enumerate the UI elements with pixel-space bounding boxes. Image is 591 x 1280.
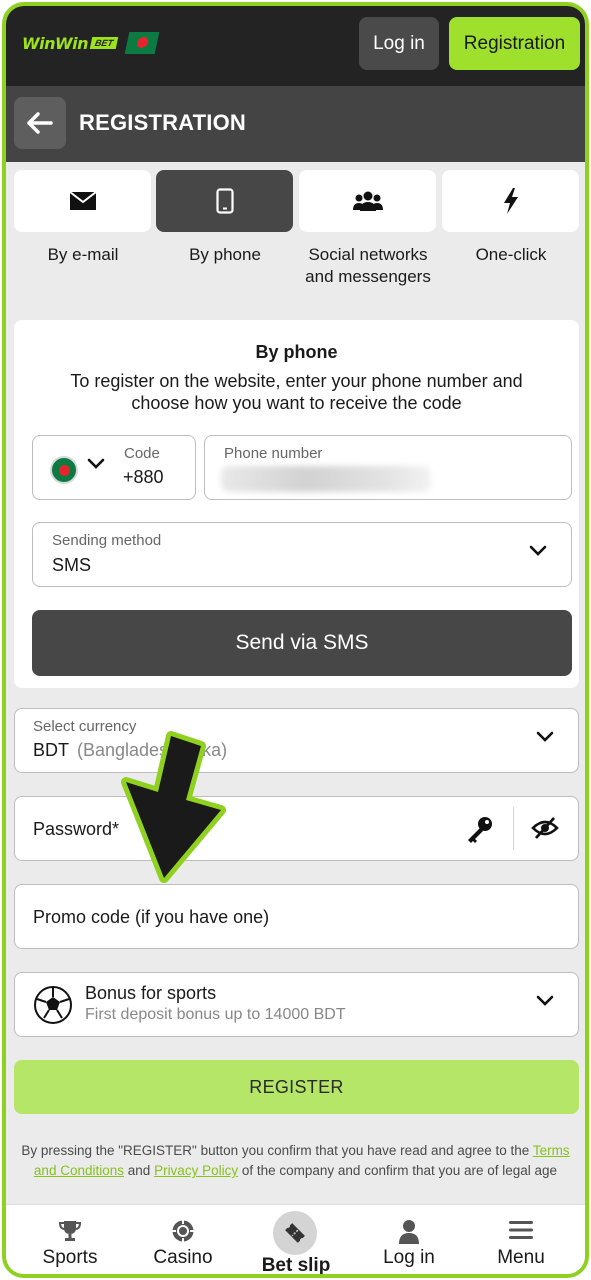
tab-label-social-line2: and messengers <box>305 267 431 286</box>
tab-label-one-click: One-click <box>475 245 547 264</box>
register-button[interactable]: REGISTER <box>14 1060 579 1114</box>
tab-label-phone: By phone <box>189 245 261 264</box>
chevron-down-icon <box>536 731 554 742</box>
password-input[interactable]: Password* <box>14 796 579 861</box>
legal-text-part3: of the company and confirm that you are … <box>241 1163 558 1178</box>
tab-by-phone[interactable] <box>156 170 293 232</box>
nav-casino[interactable]: Casino <box>128 1205 238 1274</box>
legal-text-part2: and <box>127 1163 151 1178</box>
divider <box>513 807 514 850</box>
back-button[interactable] <box>14 97 66 149</box>
tab-label-social: Social networks and messengers <box>293 244 443 288</box>
casino-chip-icon <box>172 1220 194 1242</box>
bonus-title: Bonus for sports <box>85 983 217 1003</box>
tab-by-email[interactable] <box>14 170 151 232</box>
nav-sports[interactable]: Sports <box>15 1205 125 1274</box>
page-title: REGISTRATION <box>79 110 246 135</box>
user-icon <box>399 1220 419 1244</box>
ticket-icon <box>285 1223 305 1243</box>
phone-icon <box>215 188 234 214</box>
currency-select[interactable]: Select currency BDT (Bangladeshi taka) <box>14 708 579 773</box>
tab-label-social-line1: Social networks <box>308 245 428 264</box>
app-frame: WinWin BET Log in Registration REGISTRAT… <box>2 2 589 1278</box>
promo-code-input[interactable]: Promo code (if you have one) <box>14 884 579 949</box>
nav-menu[interactable]: Menu <box>466 1205 576 1274</box>
bet-slip-circle <box>273 1211 317 1255</box>
bottom-navigation: Sports Casino Bet slip Log in Menu <box>6 1204 585 1276</box>
sending-method-label: Sending method <box>52 532 162 549</box>
logo[interactable]: WinWin BET <box>22 32 160 54</box>
arrow-left-icon <box>27 112 53 134</box>
blurred-phone-value <box>221 466 431 492</box>
nav-sports-label: Sports <box>42 1247 98 1268</box>
logo-text: WinWin <box>22 33 89 53</box>
nav-bet-slip-label: Bet slip <box>261 1255 331 1276</box>
phone-number-input[interactable]: Phone number <box>204 435 572 500</box>
tab-social-networks[interactable] <box>299 170 436 232</box>
nav-login-label: Log in <box>383 1247 435 1268</box>
code-value: +880 <box>123 467 164 487</box>
phone-number-label: Phone number <box>224 445 323 462</box>
bangladesh-flag-icon <box>50 456 78 484</box>
card-title: By phone <box>255 342 338 362</box>
code-label: Code <box>124 445 160 462</box>
tab-one-click[interactable] <box>442 170 579 232</box>
legal-text-part1: By pressing the "REGISTER" button you co… <box>21 1143 530 1158</box>
country-code-selector[interactable]: Code +880 <box>32 435 196 500</box>
title-bar: REGISTRATION <box>6 86 585 162</box>
logo-badge: BET <box>89 37 119 49</box>
sending-method-select[interactable]: Sending method SMS <box>32 522 572 587</box>
nav-menu-label: Menu <box>497 1247 545 1268</box>
send-via-sms-button[interactable]: Send via SMS <box>32 610 572 676</box>
chevron-down-icon <box>529 545 547 556</box>
hamburger-icon <box>509 1221 533 1239</box>
nav-casino-label: Casino <box>153 1247 213 1268</box>
trophy-icon <box>58 1221 82 1241</box>
bonus-select[interactable]: Bonus for sports First deposit bonus up … <box>14 972 579 1037</box>
currency-value: BDT <box>33 740 69 760</box>
login-button[interactable]: Log in <box>359 17 439 70</box>
bangladesh-flag-icon <box>124 32 160 54</box>
legal-text: By pressing the "REGISTER" button you co… <box>18 1141 573 1181</box>
eye-slash-icon[interactable] <box>531 816 559 840</box>
key-icon[interactable] <box>465 814 495 844</box>
envelope-icon <box>68 191 97 210</box>
card-description: To register on the website, enter your p… <box>70 371 523 413</box>
registration-button[interactable]: Registration <box>449 17 580 70</box>
top-bar: WinWin BET Log in Registration <box>6 6 585 86</box>
users-icon <box>352 191 383 211</box>
phone-registration-card: By phone To register on the website, ent… <box>14 320 579 688</box>
promo-placeholder: Promo code (if you have one) <box>33 907 270 927</box>
bonus-subtitle: First deposit bonus up to 14000 BDT <box>85 1006 346 1023</box>
chevron-down-icon <box>87 458 105 469</box>
lightning-icon <box>503 188 518 214</box>
password-placeholder: Password* <box>33 819 120 839</box>
nav-login[interactable]: Log in <box>354 1205 464 1274</box>
sending-method-value: SMS <box>52 555 92 575</box>
chevron-down-icon <box>536 995 554 1006</box>
pointer-arrow-overlay <box>121 731 226 883</box>
tab-label-email: By e-mail <box>47 245 119 264</box>
nav-bet-slip[interactable]: Bet slip <box>241 1205 351 1276</box>
soccer-ball-icon <box>34 986 72 1024</box>
privacy-policy-link[interactable]: Privacy Policy <box>154 1163 238 1178</box>
